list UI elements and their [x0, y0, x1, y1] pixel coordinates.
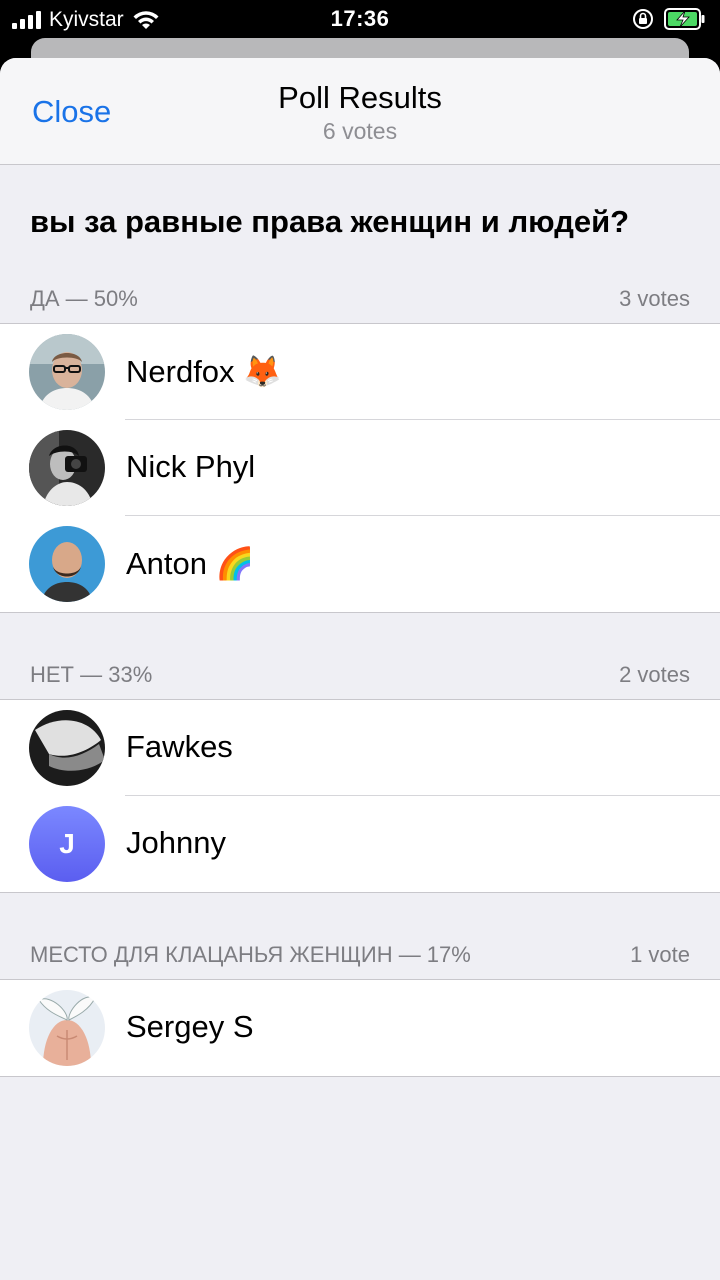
- battery-charging-icon: [664, 8, 705, 30]
- option-label: ДА — 50%: [30, 286, 138, 311]
- voters-list-da: Nerdfox 🦊 Nick Phyl Anton 🌈: [0, 323, 720, 613]
- option-header-mesto: МЕСТО ДЛЯ КЛАЦАНЬЯ ЖЕНЩИН — 17% 1 vote: [0, 942, 720, 972]
- voter-name: Nerdfox 🦊: [126, 354, 282, 389]
- avatar-initial: J: [59, 828, 75, 859]
- poll-question: вы за равные права женщин и людей?: [30, 204, 630, 239]
- status-right: [632, 8, 706, 30]
- option-header-da: ДА — 50% 3 votes: [0, 286, 720, 316]
- avatar: [29, 710, 105, 786]
- avatar: J: [29, 806, 105, 882]
- avatar: [29, 334, 105, 410]
- voters-list-mesto: Sergey S: [0, 979, 720, 1077]
- poll-results-sheet: Close Poll Results 6 votes вы за равные …: [0, 58, 720, 1280]
- voter-row[interactable]: Fawkes: [0, 700, 720, 796]
- option-label: НЕТ — 33%: [30, 662, 153, 687]
- avatar: [29, 430, 105, 506]
- avatar: [29, 990, 105, 1066]
- voter-row[interactable]: Nick Phyl: [0, 420, 720, 516]
- page-title: Poll Results: [278, 80, 442, 115]
- voter-row[interactable]: J Johnny: [0, 796, 720, 892]
- option-vote-count: 3 votes: [619, 286, 690, 311]
- voter-row[interactable]: Nerdfox 🦊: [0, 324, 720, 420]
- voter-name: Fawkes: [126, 729, 233, 764]
- navigation-bar: Close Poll Results 6 votes: [0, 58, 720, 165]
- total-votes: 6 votes: [322, 118, 398, 144]
- avatar: [29, 526, 105, 602]
- option-vote-count: 2 votes: [619, 662, 690, 687]
- option-vote-count: 1 vote: [630, 942, 690, 967]
- voter-name: Nick Phyl: [126, 449, 256, 484]
- voter-row[interactable]: Anton 🌈: [0, 516, 720, 612]
- voter-name: Johnny: [126, 825, 226, 860]
- status-bar: Kyivstar 17:36: [0, 0, 720, 40]
- voter-row[interactable]: Sergey S: [0, 980, 720, 1076]
- voter-name: Sergey S: [126, 1009, 254, 1044]
- voter-name: Anton 🌈: [126, 546, 255, 581]
- option-header-net: НЕТ — 33% 2 votes: [0, 662, 720, 692]
- voters-list-net: Fawkes J Johnny: [0, 699, 720, 893]
- orientation-lock-icon: [633, 9, 653, 29]
- option-label: МЕСТО ДЛЯ КЛАЦАНЬЯ ЖЕНЩИН — 17%: [30, 942, 471, 967]
- clock: 17:36: [330, 6, 390, 31]
